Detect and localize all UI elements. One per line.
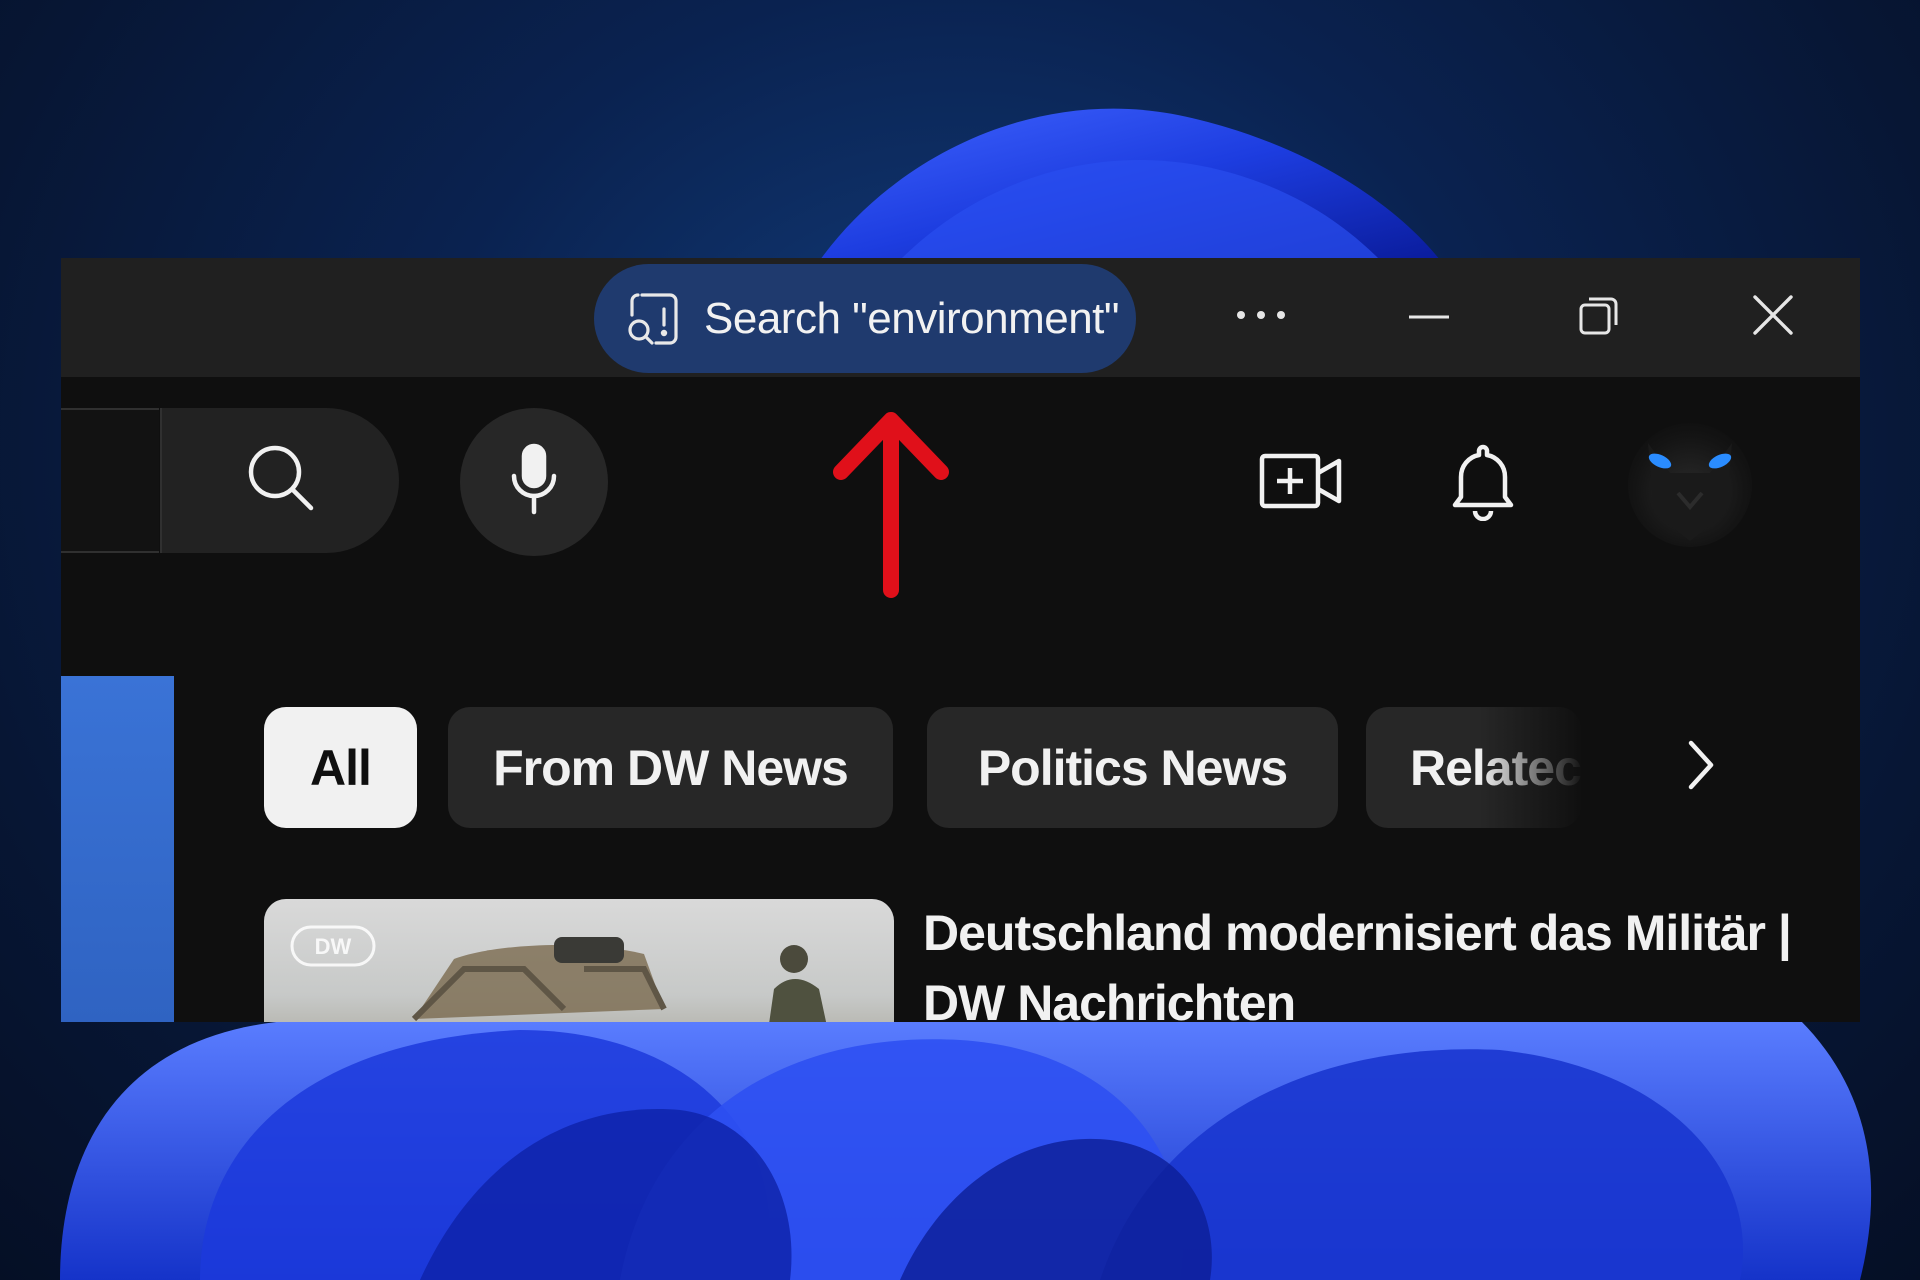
avatar[interactable]: [1628, 423, 1752, 547]
voice-search-button[interactable]: [460, 408, 608, 556]
title-bar: Search "environment": [61, 258, 1860, 377]
video-title[interactable]: Deutschland modernisiert das Militär | D…: [923, 898, 1823, 1022]
dw-logo: DW: [290, 925, 376, 967]
visual-search-pill[interactable]: Search "environment": [594, 264, 1136, 373]
visual-search-icon: [622, 289, 682, 349]
filter-chip-bar: All From DW News Politics News Relatec: [264, 707, 1824, 828]
search-input[interactable]: [61, 408, 159, 553]
close-icon: [1751, 293, 1795, 342]
notifications-button[interactable]: [1428, 428, 1538, 538]
svg-text:DW: DW: [315, 934, 352, 959]
chips-next-button[interactable]: [1649, 717, 1749, 817]
chevron-right-icon: [1679, 737, 1719, 798]
microphone-icon: [506, 442, 562, 523]
video-thumbnail[interactable]: DW: [264, 899, 894, 1022]
chip-from-dw-news[interactable]: From DW News: [448, 707, 893, 828]
create-video-icon: [1259, 451, 1343, 516]
chip-all[interactable]: All: [264, 707, 417, 828]
more-options-button[interactable]: [1201, 258, 1321, 377]
chip-politics-news[interactable]: Politics News: [927, 707, 1338, 828]
sidebar-highlight: [61, 676, 174, 1022]
restore-button[interactable]: [1539, 258, 1659, 377]
restore-icon: [1577, 293, 1621, 342]
minimize-button[interactable]: [1369, 258, 1489, 377]
visual-search-label: Search "environment": [704, 293, 1120, 343]
minimize-icon: [1407, 309, 1451, 327]
bell-icon: [1451, 441, 1515, 526]
close-button[interactable]: [1713, 258, 1833, 377]
browser-window: Search "environment" All From DW News Po…: [61, 258, 1860, 1022]
chip-fade-overlay: [1479, 707, 1619, 828]
search-button[interactable]: [160, 408, 399, 553]
annotation-arrow: [833, 412, 949, 598]
create-button[interactable]: [1241, 428, 1361, 538]
more-icon: [1231, 305, 1291, 330]
search-icon: [243, 440, 319, 521]
